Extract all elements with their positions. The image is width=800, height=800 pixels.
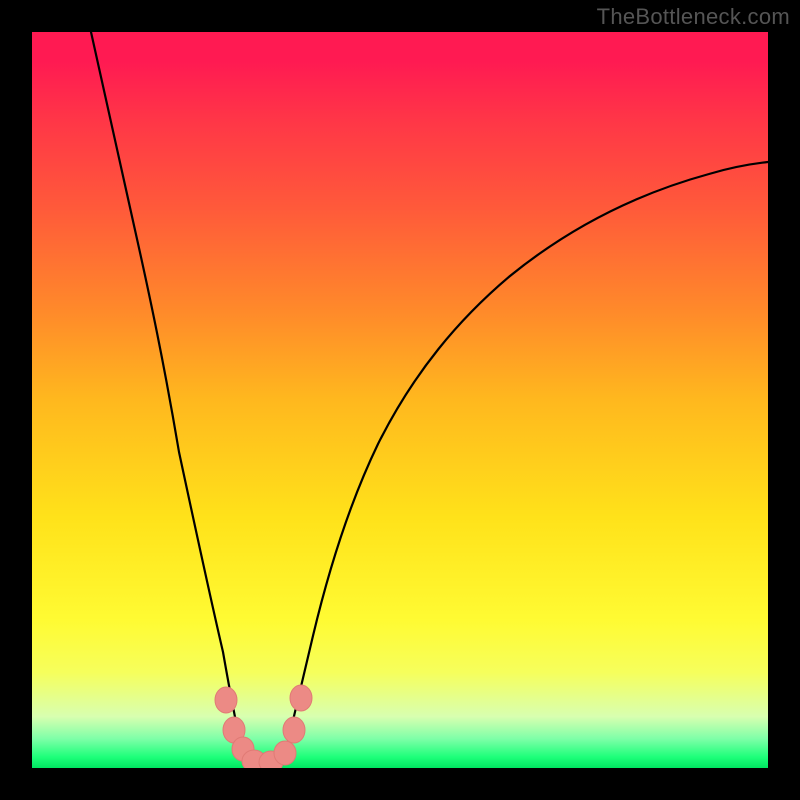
marker-dot xyxy=(274,741,296,765)
bottleneck-curve xyxy=(32,32,768,768)
watermark-text: TheBottleneck.com xyxy=(597,4,790,30)
chart-frame: TheBottleneck.com xyxy=(0,0,800,800)
marker-dot xyxy=(290,685,312,711)
curve-left-branch xyxy=(91,32,242,750)
marker-dot xyxy=(215,687,237,713)
plot-area xyxy=(32,32,768,768)
marker-dot xyxy=(283,717,305,743)
curve-right-branch xyxy=(286,162,768,750)
